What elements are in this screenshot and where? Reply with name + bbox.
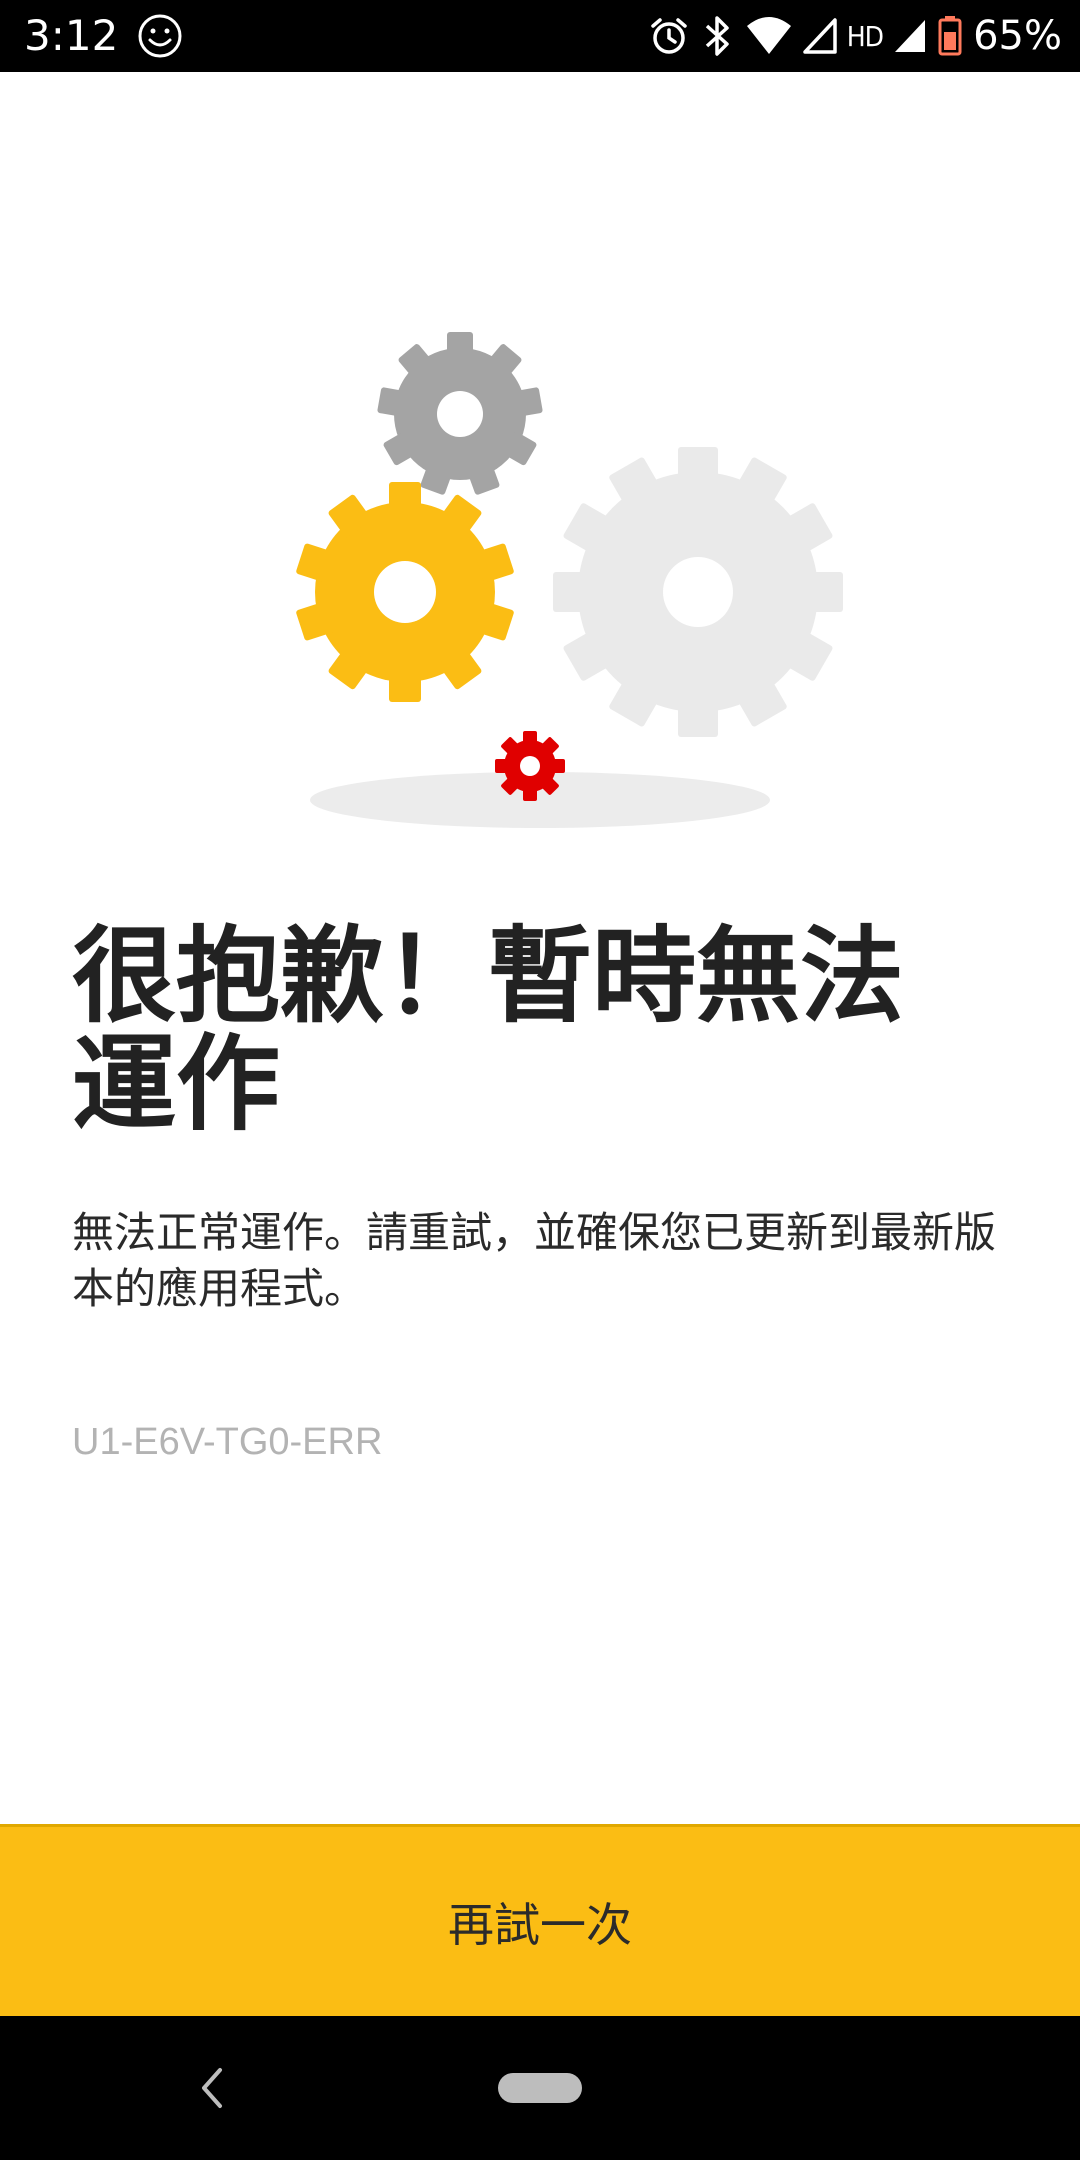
smiley-icon — [138, 14, 182, 58]
signal-icon — [802, 18, 837, 54]
gear-yellow-icon — [296, 482, 514, 702]
status-icons: HD 65% — [647, 0, 1062, 72]
back-icon[interactable] — [192, 2062, 232, 2114]
bluetooth-icon — [705, 16, 729, 56]
error-message: 無法正常運作。請重試，並確保您已更新到最新版本的應用程式。 — [72, 1208, 997, 1313]
battery-percent: 65% — [973, 13, 1062, 59]
retry-button[interactable]: 再試一次 — [0, 1824, 1080, 2016]
gear-red-icon — [495, 731, 565, 801]
battery-icon — [938, 16, 962, 56]
hd-label: HD — [846, 19, 884, 53]
status-bar: 3:12 HD 65% — [0, 0, 1080, 72]
gear-gray-icon — [377, 332, 543, 495]
error-code: U1-E6V-TG0-ERR — [72, 1421, 383, 1463]
error-title: 很抱歉！暫時無法運作 — [72, 915, 905, 1145]
wifi-icon — [746, 17, 791, 54]
alarm-icon — [650, 18, 687, 54]
signal-icon — [895, 20, 926, 52]
error-illustration — [296, 332, 843, 828]
home-pill-icon[interactable] — [498, 2073, 582, 2103]
status-time: 3:12 — [24, 11, 119, 60]
gear-lightgray-icon — [553, 447, 843, 737]
retry-button-label: 再試一次 — [448, 1897, 632, 1952]
